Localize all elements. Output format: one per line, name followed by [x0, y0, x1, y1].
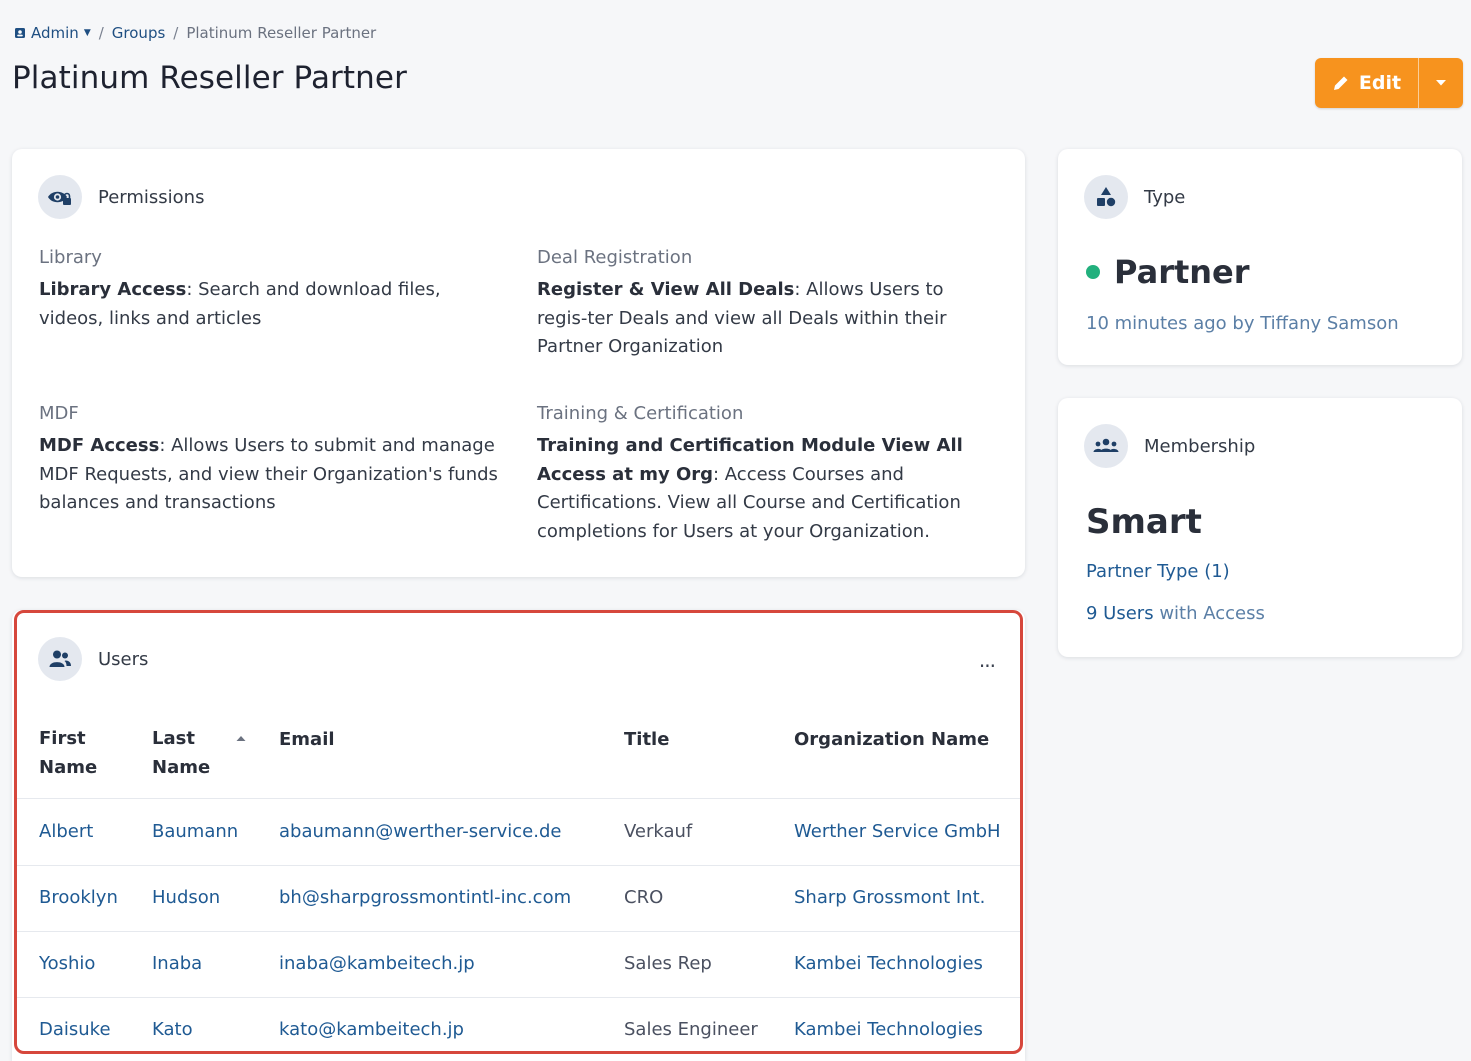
table-divider	[16, 931, 1021, 932]
column-header-text: Name	[39, 757, 98, 778]
cell-email[interactable]: bh@sharpgrossmontintl-inc.com	[279, 887, 571, 908]
cell-title: Sales Engineer	[624, 1019, 758, 1040]
type-value-label: Partner	[1114, 253, 1250, 291]
users-card: Users ··· First Name Last Name Email Tit…	[12, 610, 1025, 1061]
column-header-organization[interactable]: Organization Name	[794, 725, 989, 754]
breadcrumb-groups[interactable]: Groups	[112, 24, 165, 42]
permission-description: Training and Certification Module View A…	[537, 432, 987, 546]
cell-title: Verkauf	[624, 821, 693, 842]
membership-icon-circle	[1084, 424, 1128, 468]
cell-title: CRO	[624, 887, 664, 908]
cell-title: Sales Rep	[624, 953, 712, 974]
permission-mdf: MDF MDF Access: Allows Users to submit a…	[39, 403, 499, 518]
cell-last-name[interactable]: Inaba	[152, 953, 202, 974]
cell-first-name[interactable]: Yoshio	[39, 953, 95, 974]
column-header-text: First	[39, 728, 86, 749]
membership-card-header: Membership	[1084, 424, 1255, 468]
cell-email[interactable]: inaba@kambeitech.jp	[279, 953, 475, 974]
breadcrumb-current: Platinum Reseller Partner	[186, 24, 377, 42]
membership-value: Smart	[1086, 502, 1202, 542]
permission-deal-registration: Deal Registration Register & View All De…	[537, 247, 997, 362]
pencil-icon	[1333, 76, 1348, 90]
cell-first-name[interactable]: Brooklyn	[39, 887, 118, 908]
shapes-icon	[1097, 187, 1116, 207]
users-access-suffix: with Access	[1153, 603, 1265, 624]
cell-email[interactable]: abaumann@werther-service.de	[279, 821, 561, 842]
type-updated-meta: 10 minutes ago by Tiffany Samson	[1086, 313, 1399, 334]
cell-first-name[interactable]: Daisuke	[39, 1019, 111, 1040]
breadcrumb-separator: /	[173, 24, 179, 42]
breadcrumb: Admin ▼ / Groups / Platinum Reseller Par…	[14, 24, 376, 42]
membership-card: Membership Smart Partner Type (1) 9 User…	[1058, 398, 1462, 657]
users-card-header: Users	[38, 637, 148, 681]
permissions-card: Permissions Library Library Access: Sear…	[12, 149, 1025, 577]
permissions-card-header: Permissions	[38, 175, 204, 219]
table-divider	[16, 798, 1021, 799]
cell-last-name[interactable]: Kato	[152, 1019, 193, 1040]
admin-icon	[15, 28, 25, 38]
caret-down-icon	[1436, 80, 1446, 86]
permission-name: Register & View All Deals	[537, 279, 795, 300]
edit-dropdown-toggle[interactable]	[1419, 58, 1463, 108]
permissions-title: Permissions	[98, 186, 205, 208]
more-options-icon[interactable]: ···	[979, 654, 996, 678]
table-divider	[16, 997, 1021, 998]
type-value: Partner	[1086, 253, 1250, 291]
type-card-header: Type	[1084, 175, 1185, 219]
partner-type-link[interactable]: Partner Type (1)	[1086, 561, 1230, 582]
permission-label: Deal Registration	[537, 247, 693, 268]
column-header-text: Last	[152, 728, 195, 749]
permission-label: Library	[39, 247, 102, 268]
permission-description: Register & View All Deals: Allows Users …	[537, 276, 997, 362]
cell-organization[interactable]: Sharp Grossmont Int.	[794, 887, 985, 908]
eye-lock-icon	[48, 191, 71, 205]
column-header-first-name[interactable]: First Name	[39, 724, 97, 782]
membership-title: Membership	[1144, 435, 1256, 457]
cell-organization[interactable]: Werther Service GmbH	[794, 821, 1001, 842]
edit-button[interactable]: Edit	[1315, 58, 1419, 108]
cell-organization[interactable]: Kambei Technologies	[794, 1019, 983, 1040]
cell-first-name[interactable]: Albert	[39, 821, 93, 842]
cell-last-name[interactable]: Hudson	[152, 887, 220, 908]
permission-name: Library Access	[39, 279, 187, 300]
edit-button-label[interactable]: Edit	[1359, 72, 1401, 94]
permission-name: MDF Access	[39, 435, 160, 456]
permission-library: Library Library Access: Search and downl…	[39, 247, 499, 333]
column-header-text: Name	[152, 757, 211, 778]
breadcrumb-separator: /	[98, 24, 104, 42]
sort-ascending-icon[interactable]	[236, 735, 246, 742]
users-with-access: 9 Users with Access	[1086, 603, 1265, 624]
column-header-last-name[interactable]: Last Name	[152, 724, 210, 782]
type-title: Type	[1144, 186, 1186, 208]
permissions-icon-circle	[38, 175, 82, 219]
cell-last-name[interactable]: Baumann	[152, 821, 238, 842]
cell-email[interactable]: kato@kambeitech.jp	[279, 1019, 464, 1040]
table-divider	[16, 865, 1021, 866]
chevron-down-icon[interactable]: ▼	[84, 28, 91, 38]
page-title: Platinum Reseller Partner	[12, 60, 407, 96]
cell-organization[interactable]: Kambei Technologies	[794, 953, 983, 974]
column-header-title[interactable]: Title	[624, 725, 669, 754]
group-icon	[1093, 438, 1119, 452]
permission-description: MDF Access: Allows Users to submit and m…	[39, 432, 499, 518]
permission-description: Library Access: Search and download file…	[39, 276, 499, 333]
permission-training: Training & Certification Training and Ce…	[537, 403, 987, 546]
permission-label: MDF	[39, 403, 79, 424]
breadcrumb-admin-label[interactable]: Admin	[31, 24, 79, 42]
permission-label: Training & Certification	[537, 403, 744, 424]
column-header-email[interactable]: Email	[279, 725, 335, 754]
users-icon-circle	[38, 637, 82, 681]
breadcrumb-admin[interactable]: Admin ▼	[14, 24, 91, 42]
users-icon	[49, 650, 71, 667]
users-count-link[interactable]: 9 Users	[1086, 603, 1154, 624]
type-card: Type Partner 10 minutes ago by Tiffany S…	[1058, 149, 1462, 365]
type-icon-circle	[1084, 175, 1128, 219]
status-dot-icon	[1086, 265, 1100, 279]
users-title: Users	[98, 648, 149, 670]
edit-button-group: Edit	[1315, 58, 1463, 108]
